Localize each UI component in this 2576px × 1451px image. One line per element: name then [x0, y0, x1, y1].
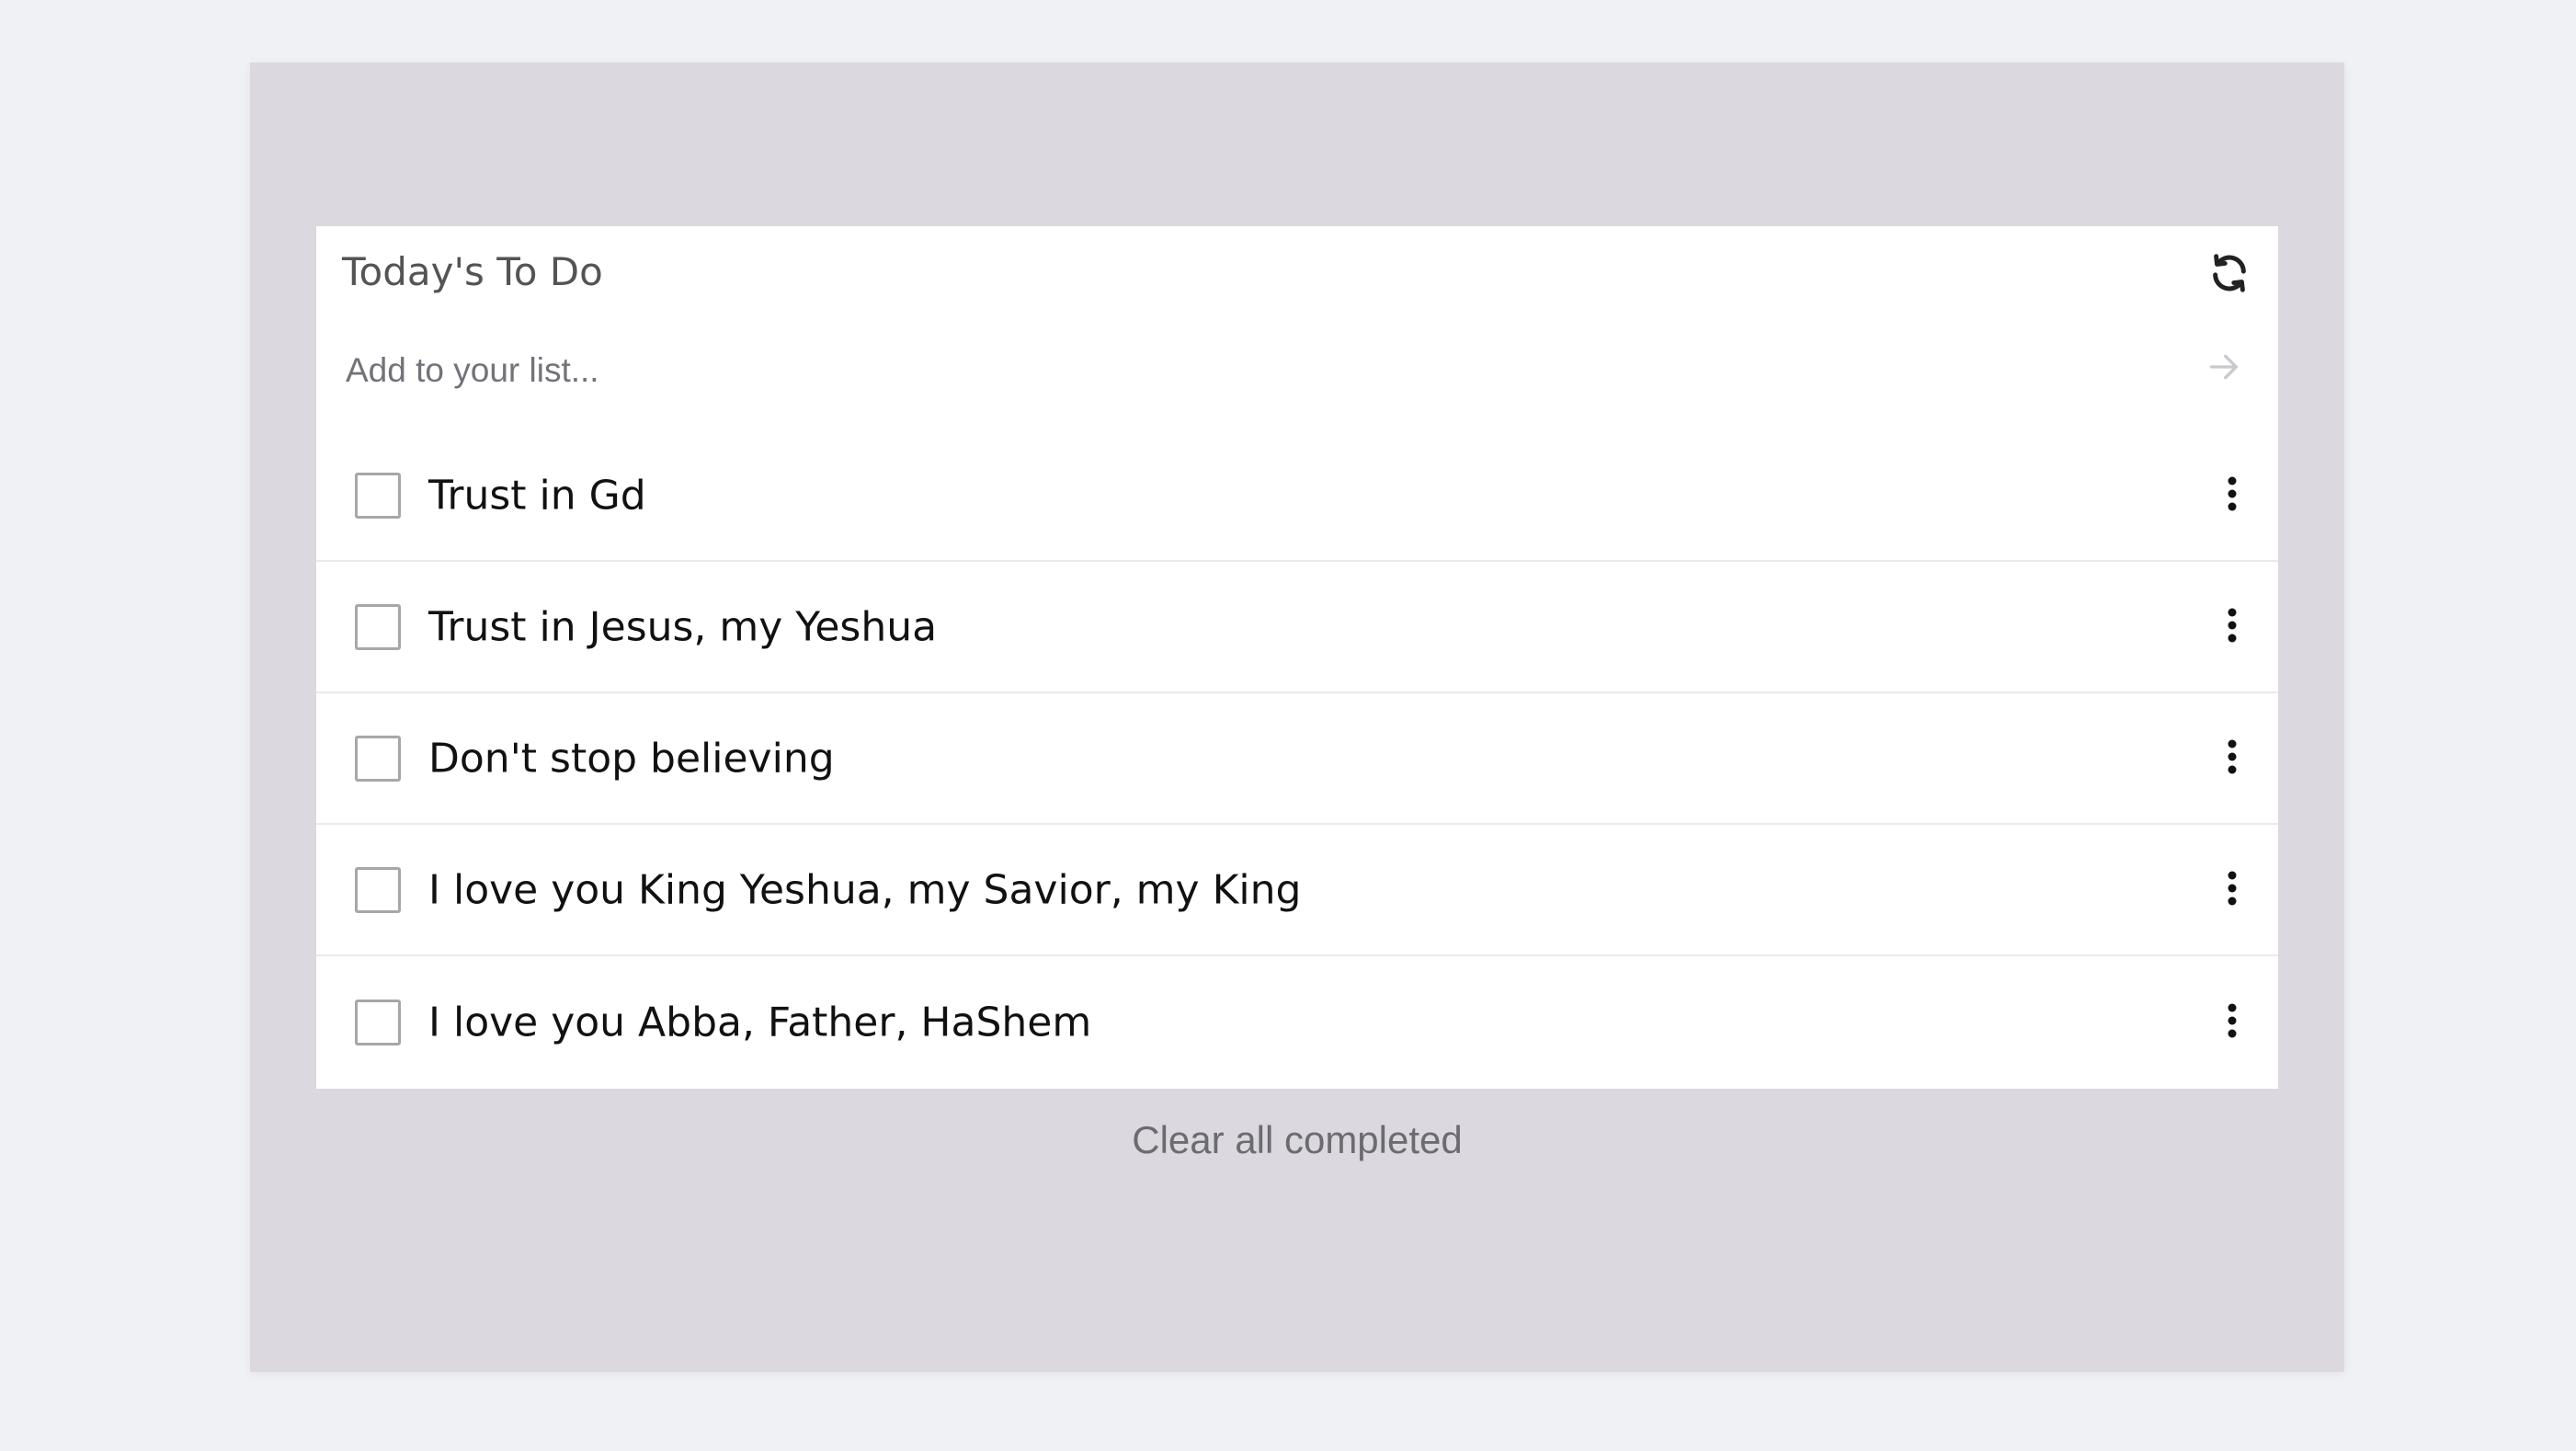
- item-menu-button[interactable]: [2214, 999, 2251, 1046]
- todo-checkbox[interactable]: [355, 1000, 401, 1045]
- more-vertical-icon: [2227, 870, 2238, 910]
- todo-checkbox[interactable]: [355, 735, 401, 782]
- todo-checkbox[interactable]: [355, 866, 401, 913]
- todo-item: I love you King Yeshua, my Savior, my Ki…: [316, 825, 2278, 956]
- arrow-right-icon: [2206, 348, 2242, 389]
- todo-checkbox[interactable]: [355, 603, 401, 650]
- todo-item: Trust in Gd: [316, 430, 2278, 562]
- todo-panel: Today's To Do Add to your list... Trust …: [250, 63, 2344, 1372]
- submit-item-button[interactable]: [2201, 346, 2247, 392]
- todo-checkbox[interactable]: [355, 472, 401, 519]
- clear-completed-button[interactable]: Clear all completed: [1132, 1118, 1463, 1161]
- refresh-button[interactable]: [2205, 250, 2254, 300]
- more-vertical-icon: [2227, 607, 2238, 647]
- refresh-icon: [2208, 252, 2251, 298]
- more-vertical-icon: [2227, 738, 2238, 779]
- todo-item-text: Trust in Jesus, my Yeshua: [428, 603, 938, 650]
- todo-item-text: Trust in Gd: [428, 472, 646, 519]
- todo-item-text: I love you Abba, Father, HaShem: [428, 999, 1092, 1046]
- todo-list: Trust in Gd Trust in Jesus, my Yeshua Do…: [316, 430, 2278, 1089]
- add-item-row: [316, 324, 2278, 430]
- todo-item: Trust in Jesus, my Yeshua: [316, 562, 2278, 693]
- more-vertical-icon: [2227, 1002, 2238, 1043]
- item-menu-button[interactable]: [2214, 603, 2251, 651]
- add-item-input[interactable]: [333, 338, 2153, 403]
- item-menu-button[interactable]: [2214, 735, 2251, 783]
- clear-completed-area: Clear all completed: [250, 1118, 2344, 1162]
- item-menu-button[interactable]: [2214, 472, 2251, 520]
- card-header: Today's To Do: [316, 226, 2278, 324]
- todo-item: Don't stop believing: [316, 693, 2278, 825]
- todo-item-text: Don't stop believing: [428, 735, 835, 782]
- card-title: Today's To Do: [342, 249, 603, 294]
- todo-item-text: I love you King Yeshua, my Savior, my Ki…: [428, 866, 1302, 913]
- todo-item: I love you Abba, Father, HaShem: [316, 956, 2278, 1089]
- more-vertical-icon: [2227, 475, 2238, 516]
- item-menu-button[interactable]: [2214, 866, 2251, 914]
- todo-card: Today's To Do Add to your list... Trust …: [316, 226, 2278, 1089]
